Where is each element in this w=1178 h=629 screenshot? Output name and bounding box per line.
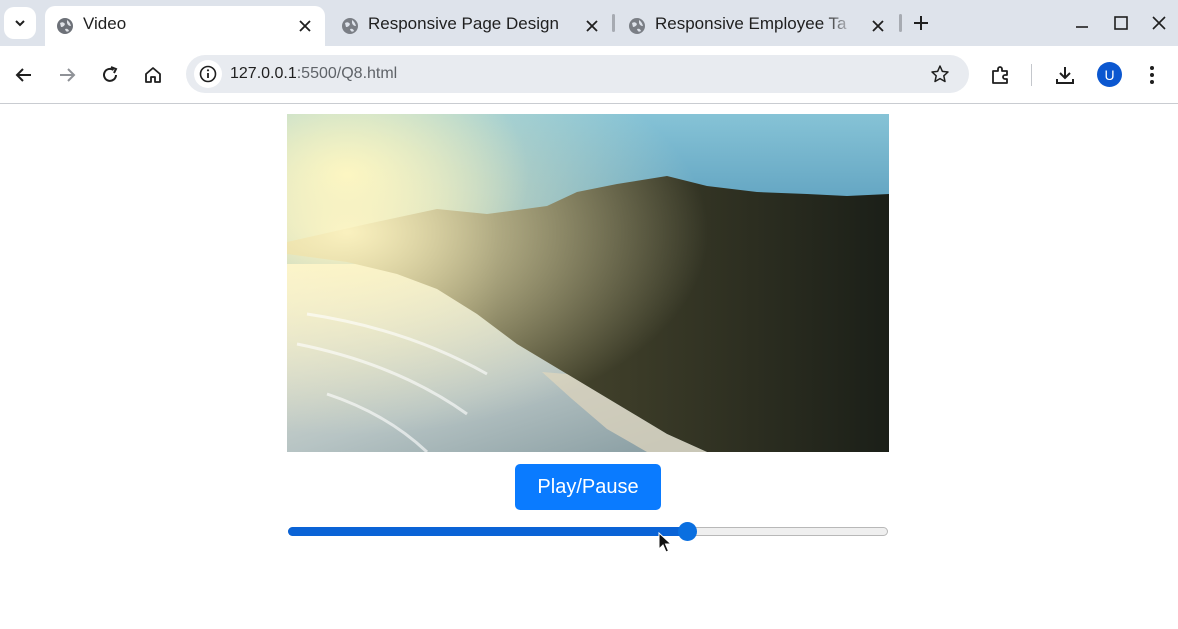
- new-tab-button[interactable]: [908, 10, 934, 36]
- url-text: 127.0.0.1:5500/Q8.html: [230, 65, 397, 83]
- browser-menu-button[interactable]: [1139, 62, 1165, 88]
- address-bar[interactable]: 127.0.0.1:5500/Q8.html: [186, 55, 969, 93]
- tab-title: Video: [83, 14, 127, 33]
- seek-slider-fill: [288, 527, 687, 536]
- globe-icon: [342, 18, 358, 34]
- tab-close-button[interactable]: [295, 16, 315, 36]
- bookmark-star-icon: [931, 65, 949, 83]
- reload-icon: [103, 66, 118, 82]
- forward-button[interactable]: [54, 62, 80, 88]
- tab-video[interactable]: Video: [45, 6, 325, 46]
- bookmark-button[interactable]: [929, 63, 951, 85]
- coastline-video-frame: [287, 114, 889, 452]
- site-info-icon: [199, 65, 217, 83]
- tab-title: Responsive Page Design: [368, 14, 559, 33]
- toolbar-divider: [1031, 64, 1032, 86]
- seek-slider-thumb[interactable]: [678, 522, 697, 541]
- forward-arrow-icon: [60, 68, 76, 82]
- back-arrow-icon: [15, 68, 31, 82]
- extensions-button[interactable]: [988, 62, 1014, 88]
- close-icon: [872, 20, 884, 32]
- profile-avatar[interactable]: U: [1097, 62, 1122, 87]
- minimize-button[interactable]: [1070, 11, 1094, 35]
- new-tab-icon: [914, 16, 928, 30]
- window-close-button[interactable]: [1147, 11, 1171, 35]
- tab-separator: [899, 14, 902, 32]
- tab-title: Responsive Employee Ta: [655, 14, 847, 33]
- globe-icon: [629, 18, 645, 34]
- close-icon: [586, 20, 598, 32]
- mouse-cursor-icon: [658, 532, 672, 553]
- tab-responsive-page-design[interactable]: Responsive Page Design: [330, 6, 610, 46]
- download-icon: [1056, 67, 1074, 84]
- window-close-icon: [1152, 16, 1166, 30]
- extensions-icon: [992, 66, 1008, 84]
- tab-strip: Video Responsive Page Design Responsive …: [0, 0, 1178, 46]
- tab-close-button[interactable]: [868, 16, 888, 36]
- kebab-menu-icon: [1150, 66, 1154, 84]
- url-path: :5500/Q8.html: [296, 65, 398, 82]
- tab-close-button[interactable]: [582, 16, 602, 36]
- url-host: 127.0.0.1: [230, 65, 297, 82]
- home-button[interactable]: [140, 62, 166, 88]
- tab-search-button[interactable]: [4, 7, 36, 39]
- maximize-button[interactable]: [1109, 11, 1133, 35]
- seek-slider[interactable]: [287, 521, 889, 543]
- globe-icon: [57, 18, 73, 34]
- tab-search-icon: [15, 20, 25, 27]
- video-player[interactable]: [287, 114, 889, 452]
- play-pause-button[interactable]: Play/Pause: [515, 464, 661, 510]
- tab-separator: [612, 14, 615, 32]
- browser-toolbar: 127.0.0.1:5500/Q8.html U: [0, 46, 1178, 104]
- tab-responsive-employee-table[interactable]: Responsive Employee Ta: [617, 6, 897, 46]
- site-info-button[interactable]: [194, 60, 222, 88]
- maximize-icon: [1114, 16, 1128, 30]
- downloads-button[interactable]: [1052, 62, 1078, 88]
- minimize-icon: [1076, 26, 1088, 28]
- home-icon: [145, 67, 161, 83]
- close-icon: [299, 20, 311, 32]
- back-button[interactable]: [11, 62, 37, 88]
- reload-button[interactable]: [97, 62, 123, 88]
